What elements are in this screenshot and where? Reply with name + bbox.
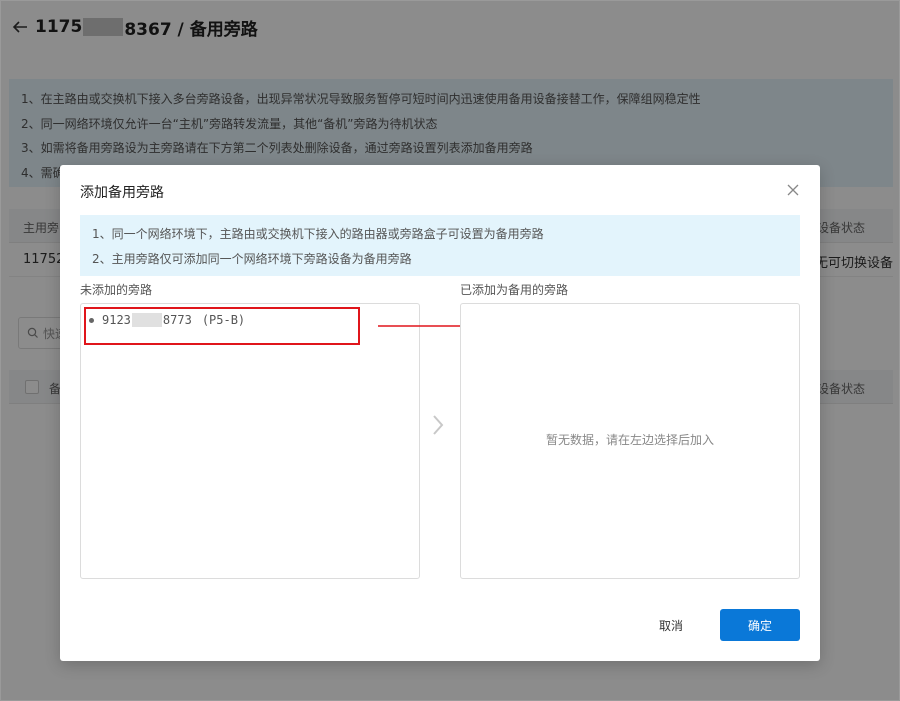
- available-list-label: 未添加的旁路: [80, 283, 153, 297]
- chevron-right-icon[interactable]: [429, 413, 447, 437]
- empty-state-text: 暂无数据，请在左边选择后加入: [545, 433, 714, 447]
- info-line: 2、主用旁路仅可添加同一个网络环境下旁路设备为备用旁路: [92, 252, 412, 266]
- added-bypass-list: 暂无数据，请在左边选择后加入: [460, 303, 800, 579]
- cancel-button[interactable]: 取消: [640, 609, 702, 641]
- added-list-label: 已添加为备用的旁路: [460, 283, 569, 297]
- dialog-info-panel: 1、同一个网络环境下，主路由或交换机下接入的路由器或旁路盒子可设置为备用旁路 2…: [80, 215, 800, 276]
- confirm-button[interactable]: 确定: [720, 609, 800, 641]
- close-icon[interactable]: [786, 183, 800, 197]
- info-line: 1、同一个网络环境下，主路由或交换机下接入的路由器或旁路盒子可设置为备用旁路: [92, 227, 544, 241]
- highlight-box: [84, 307, 360, 345]
- dialog-title: 添加备用旁路: [80, 185, 164, 201]
- add-backup-bypass-dialog: 添加备用旁路 1、同一个网络环境下，主路由或交换机下接入的路由器或旁路盒子可设置…: [60, 165, 820, 661]
